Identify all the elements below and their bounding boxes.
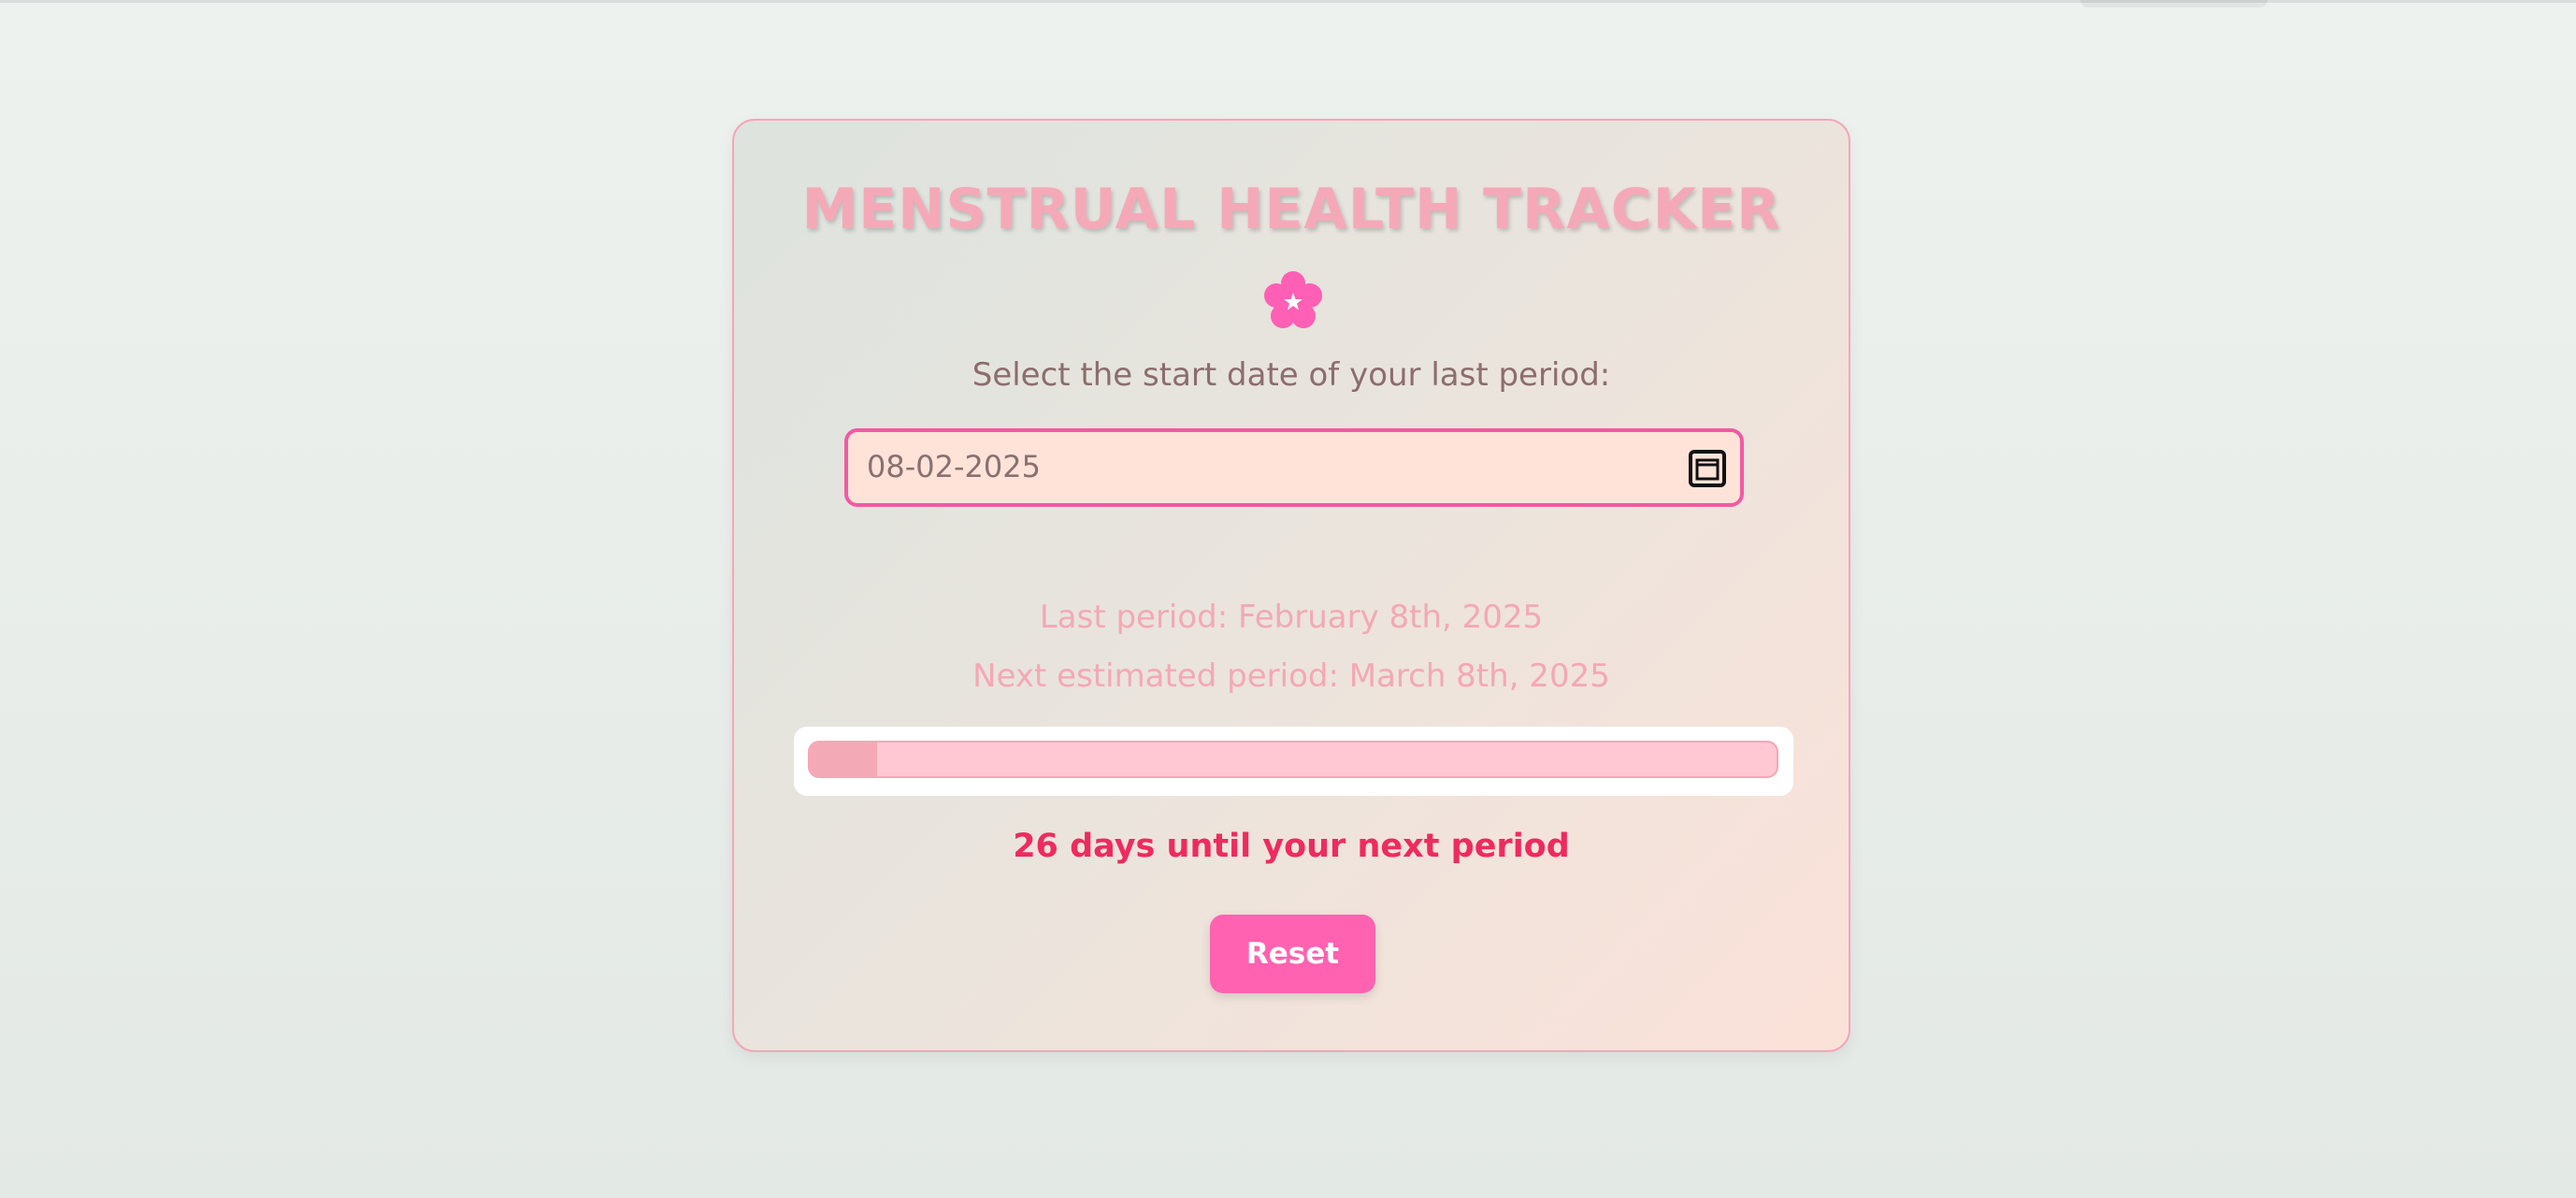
cherry-blossom-icon — [1262, 270, 1324, 332]
next-period-text: Next estimated period: March 8th, 2025 — [972, 657, 1610, 695]
date-input-value: 08-02-2025 — [867, 449, 1041, 484]
date-prompt-label: Select the start date of your last perio… — [971, 356, 1611, 394]
cycle-progress-container — [794, 727, 1793, 796]
period-date-input[interactable]: 08-02-2025 — [844, 428, 1744, 507]
last-period-text: Last period: February 8th, 2025 — [1039, 599, 1544, 636]
tracker-card: MENSTRUAL HEALTH TRACKER Select the star… — [732, 119, 1850, 1052]
page-title: MENSTRUAL HEALTH TRACKER — [801, 177, 1781, 242]
calendar-icon[interactable] — [1688, 449, 1727, 488]
cycle-progress-fill — [810, 743, 878, 776]
top-decoration — [2080, 0, 2267, 7]
reset-button[interactable]: Reset — [1210, 915, 1375, 993]
cycle-progress-bar — [808, 741, 1778, 778]
days-until-next-period: 26 days until your next period — [1013, 828, 1570, 865]
